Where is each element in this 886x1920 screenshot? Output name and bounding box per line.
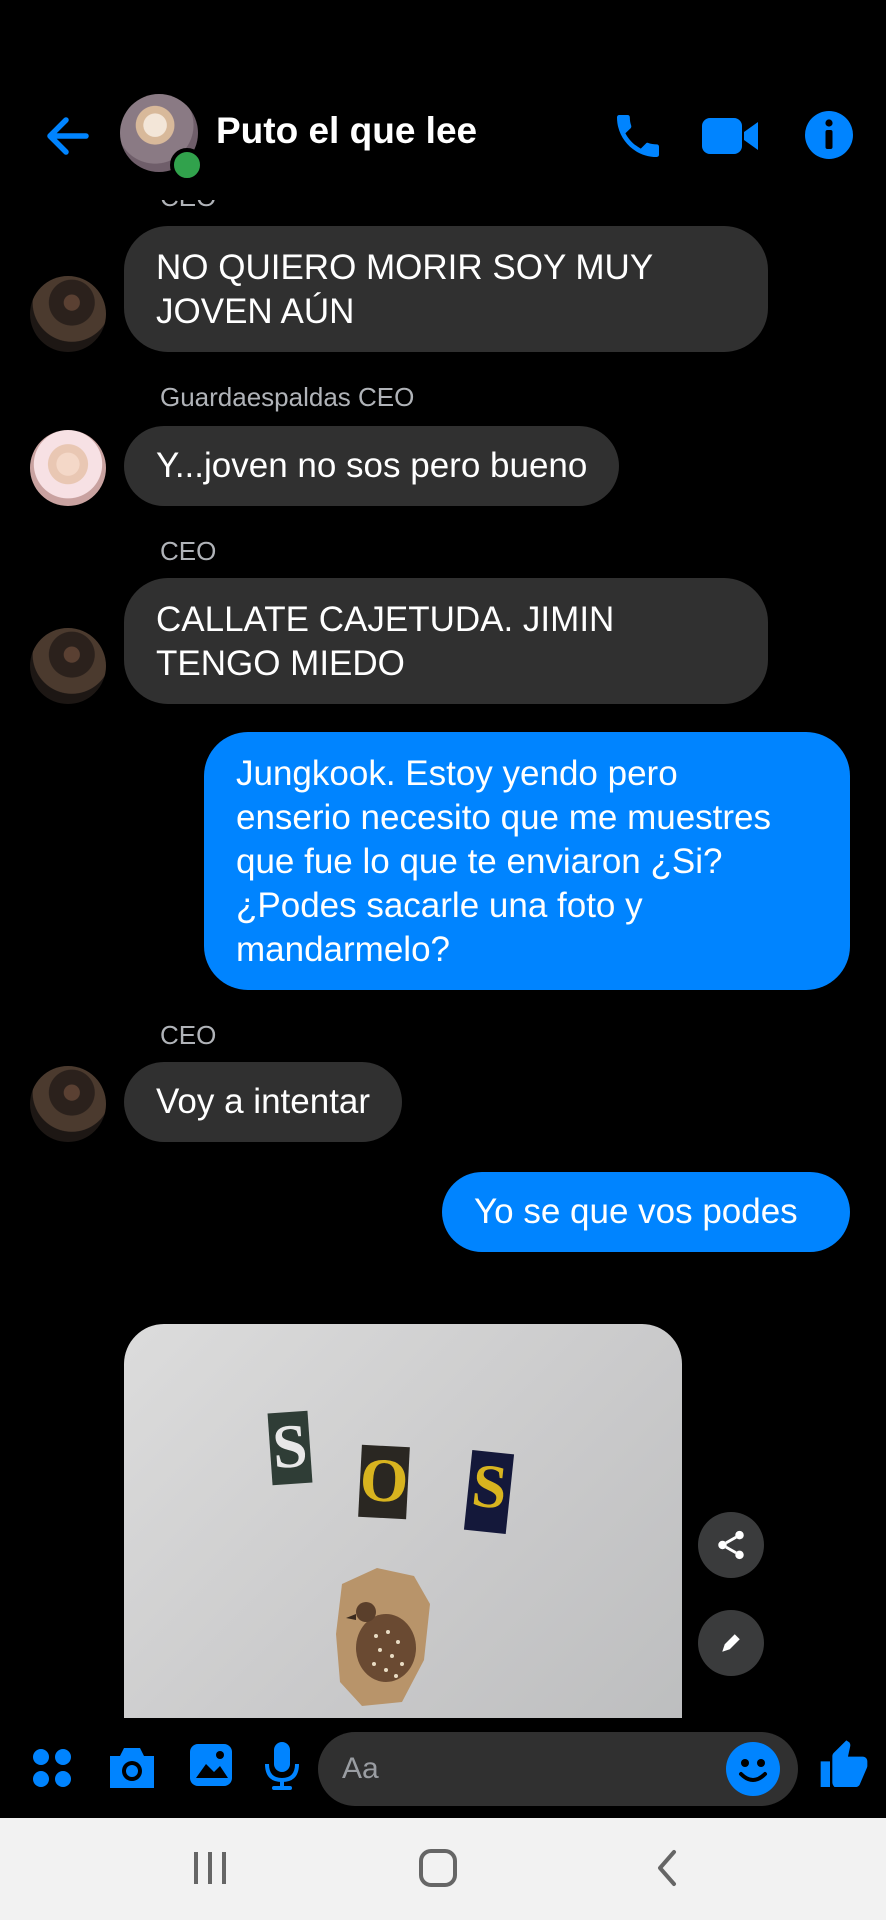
gallery-icon[interactable] (188, 1742, 234, 1788)
message-line: CALLATE CAJETUDA. JIMIN (156, 600, 615, 639)
message-input-placeholder: Aa (342, 1752, 379, 1785)
apps-grid-icon[interactable] (30, 1746, 74, 1790)
recent-apps-icon[interactable] (190, 1850, 230, 1886)
home-icon[interactable] (418, 1848, 458, 1888)
sender-avatar[interactable] (30, 276, 106, 352)
emoji-button[interactable] (726, 1742, 780, 1796)
chat-header: Puto el que lee (0, 0, 886, 200)
back-arrow-icon[interactable] (40, 108, 96, 164)
phone-call-icon[interactable] (610, 108, 666, 164)
edit-button[interactable] (698, 1610, 764, 1676)
info-icon[interactable] (804, 110, 854, 160)
message-line: mandarmelo? (236, 930, 450, 969)
message-bubble[interactable]: CALLATE CAJETUDA. JIMIN TENGO MIEDO (124, 578, 768, 704)
online-status-dot (170, 148, 204, 182)
sender-avatar[interactable] (30, 1066, 106, 1142)
smiley-icon (739, 1759, 767, 1782)
sender-name: Guardaespaldas CEO (160, 382, 415, 412)
microphone-icon[interactable] (262, 1740, 302, 1792)
photo-attachment[interactable]: S O S (124, 1324, 682, 1724)
share-button[interactable] (698, 1512, 764, 1578)
photo-letter: O (358, 1444, 410, 1520)
photo-letter: S (267, 1410, 313, 1486)
message-line: enserio necesito que me muestres (236, 798, 771, 837)
message-bubble[interactable]: Voy a intentar (124, 1062, 403, 1142)
message-line: TENGO MIEDO (156, 644, 405, 683)
thumbs-up-icon[interactable] (816, 1738, 872, 1794)
message-line: que fue lo que te enviaron ¿Si? (236, 842, 723, 881)
pencil-icon (722, 1634, 740, 1652)
share-icon (718, 1530, 744, 1560)
message-line: NO QUIERO MORIR SOY MUY (156, 248, 654, 287)
message-line: Jungkook. Estoy yendo pero (236, 754, 678, 793)
outgoing-message-bubble[interactable]: Yo se que vos podes (442, 1172, 850, 1252)
chat-title[interactable]: Puto el que lee (216, 110, 477, 152)
sender-name: CEO (160, 536, 217, 566)
message-composer: Aa (0, 1718, 886, 1818)
back-nav-icon[interactable] (652, 1848, 682, 1888)
sender-avatar[interactable] (30, 430, 106, 506)
outgoing-message-bubble[interactable]: Jungkook. Estoy yendo pero enserio neces… (204, 732, 850, 990)
message-bubble[interactable]: NO QUIERO MORIR SOY MUY JOVEN AÚN (124, 226, 768, 352)
video-call-icon[interactable] (700, 112, 760, 160)
system-navigation-bar (0, 1818, 886, 1920)
sender-avatar[interactable] (30, 628, 106, 704)
bird-cutout-image (336, 1568, 430, 1706)
photo-letter: S (463, 1450, 515, 1534)
camera-icon[interactable] (106, 1744, 158, 1792)
message-input[interactable]: Aa (318, 1732, 798, 1806)
sender-name: CEO (160, 1020, 217, 1050)
message-bubble[interactable]: Y...joven no sos pero bueno (124, 426, 620, 506)
message-line: ¿Podes sacarle una foto y (236, 886, 643, 925)
message-line: JOVEN AÚN (156, 292, 355, 331)
